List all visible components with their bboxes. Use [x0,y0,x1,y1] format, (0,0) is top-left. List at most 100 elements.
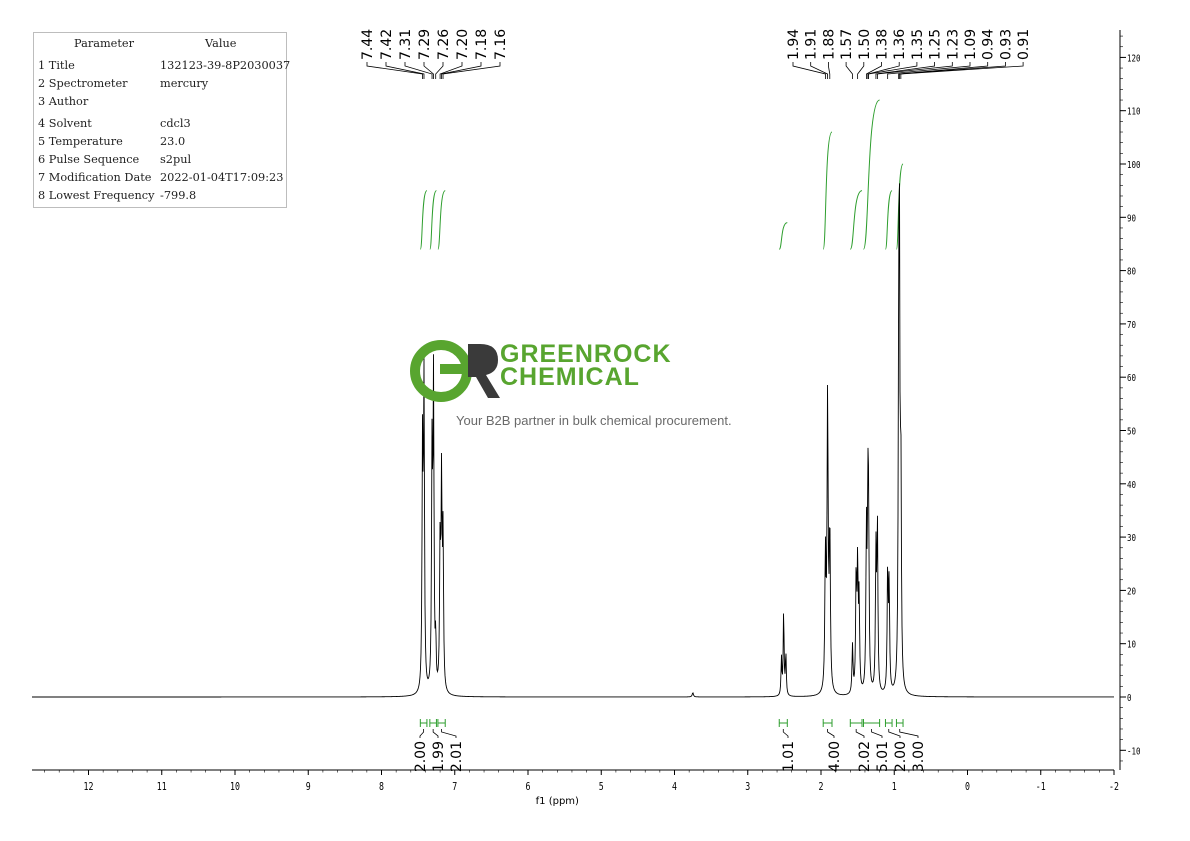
peak-label: 7.26 [436,29,452,60]
integration-value: 2.01 [449,741,465,772]
integral-curve [778,222,788,250]
param-value: 132123-39-8P2030037 [160,59,291,72]
integration-value: 1.99 [431,741,447,772]
integration-value: 1.01 [781,741,797,772]
param-label: 4 Solvent [38,117,92,130]
peak-label: 1.25 [928,29,944,60]
peak-label: 1.88 [821,29,837,60]
integration-connector [871,729,883,738]
param-label: 6 Pulse Sequence [38,153,140,166]
peak-label: 1.94 [786,29,802,60]
parameter-table: Parameter Value 1 Title 132123-39-8P2030… [33,32,291,208]
integration-connector [827,729,835,738]
peak-label: 1.35 [910,29,926,60]
spectrum [31,183,1114,698]
integral-curve [429,190,437,250]
integral-curve [884,190,893,250]
param-label: 7 Modification Date [38,171,152,184]
integral-curve [437,190,446,250]
x-tick-label: 7 [452,781,457,793]
peak-label: 1.09 [963,29,979,60]
param-value: 2022-01-04T17:09:23 [160,171,284,184]
peak-label: 1.38 [875,29,891,60]
param-label: 8 Lowest Frequency [38,189,155,202]
peak-label: 1.91 [804,29,820,60]
integral-curve [822,131,833,250]
y-tick-label: 70 [1127,320,1136,331]
peak-label: 7.20 [455,29,471,60]
peak-label: 7.44 [360,29,376,60]
integral-curve [849,190,863,250]
peak-label: 0.93 [998,29,1014,60]
y-tick-label: 90 [1127,213,1136,224]
x-tick-label: 11 [157,781,167,793]
integration-connector [432,729,439,738]
x-tick-label: 4 [672,781,677,793]
x-tick-label: 5 [599,781,604,793]
x-tick-label: 2 [819,781,824,793]
peak-label: 0.91 [1016,29,1032,60]
y-tick-label: 30 [1127,533,1136,544]
param-label: 3 Author [38,95,89,108]
peak-label: 7.31 [398,29,414,60]
y-tick-label: 40 [1127,480,1136,491]
integration-connector [888,729,901,738]
param-value: -799.8 [160,189,197,202]
y-tick-label: 60 [1127,373,1136,384]
peak-label: 1.50 [857,29,873,60]
brand-line2: CHEMICAL [500,363,640,391]
peak-label: 0.94 [981,29,997,60]
y-tick-label: -10 [1127,746,1141,757]
integration-connector [855,729,865,738]
x-tick-label: 9 [306,781,311,793]
y-tick-label: 120 [1127,53,1141,64]
peak-label-connector [845,62,853,79]
param-header: Parameter [74,37,134,50]
peak-label: 7.18 [474,29,490,60]
peak-label: 1.57 [839,29,855,60]
y-tick-label: 80 [1127,267,1136,278]
x-tick-label: 1 [892,781,897,793]
param-value: mercury [160,77,209,90]
integration-value: 3.00 [911,741,927,772]
peak-label-connector [442,62,501,79]
y-tick-label: 100 [1127,160,1141,171]
param-value: 23.0 [160,135,186,148]
peak-label: 7.42 [379,29,395,60]
y-tick-label: 20 [1127,586,1136,597]
x-axis-label: f1 (ppm) [536,796,579,807]
integration-connector [419,729,425,738]
peak-label-connector [900,62,1024,79]
value-header: Value [205,37,237,50]
integration-connector [441,729,457,738]
peak-label: 1.36 [892,29,908,60]
peak-label-connector [857,62,865,79]
x-tick-label: -2 [1109,781,1119,793]
x-tick-label: 3 [745,781,750,793]
peak-label-connector [828,62,831,79]
x-tick-label: 0 [965,781,970,793]
integration-labels: 2.00 1.99 2.01 1.01 4.00 2.02 5.01 2.00 3.00 [413,719,927,772]
watermark-tagline: Your B2B partner in bulk chemical procur… [456,413,732,428]
y-tick-label: 10 [1127,640,1136,651]
integration-value: 5.01 [875,741,891,772]
peak-label: 7.29 [417,29,433,60]
x-tick-label: 10 [230,781,240,793]
integration-value: 2.02 [857,741,873,772]
peak-label: 1.23 [945,29,961,60]
y-tick-label: 110 [1127,107,1141,118]
peak-label: 7.16 [493,29,509,60]
integration-value: 2.00 [893,741,909,772]
x-tick-label: -1 [1036,781,1046,793]
y-tick-label: 50 [1127,427,1136,438]
param-label: 1 Title [38,59,75,72]
peak-label-connector [441,62,482,79]
param-value: s2pul [160,153,192,166]
integration-value: 4.00 [827,741,843,772]
integral-curve [419,190,428,250]
integration-connector [782,729,789,738]
param-value: cdcl3 [160,117,191,130]
param-label: 5 Temperature [38,135,123,148]
x-tick-label: 6 [526,781,531,793]
integration-value: 2.00 [413,741,429,772]
